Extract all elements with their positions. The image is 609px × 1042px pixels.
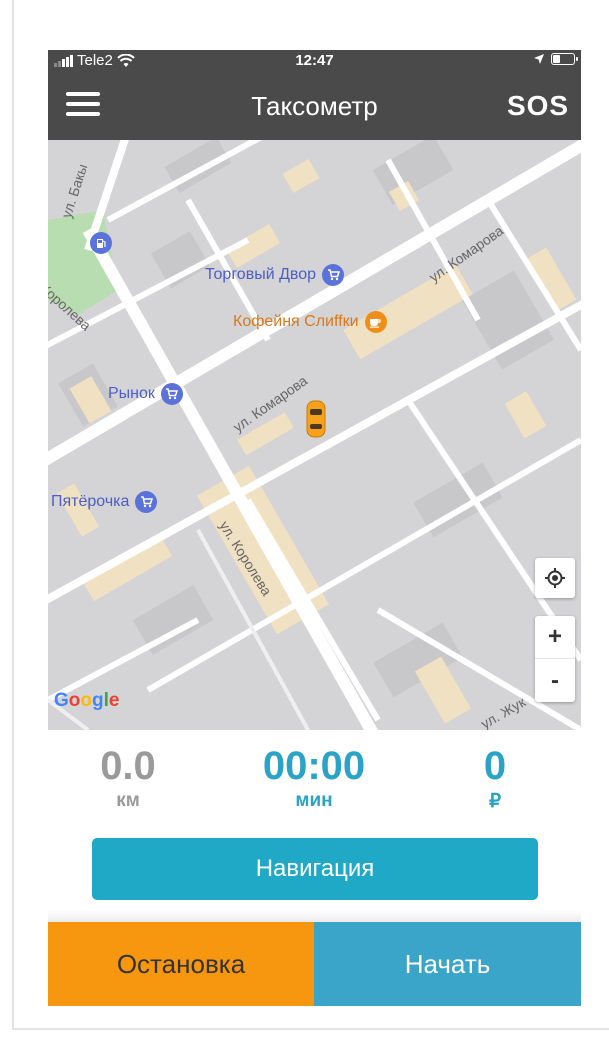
start-button[interactable]: Начать: [314, 922, 581, 1006]
time-unit: мин: [295, 790, 333, 811]
coffee-cup-icon: [364, 311, 387, 333]
poi-label: Рынок: [108, 385, 155, 402]
status-bar: Tele2 12:47: [48, 50, 581, 72]
navigation-button[interactable]: Навигация: [92, 838, 538, 900]
action-buttons: Остановка Начать: [48, 922, 581, 1006]
zoom-in-button[interactable]: +: [535, 616, 575, 659]
window-frame-left: [12, 0, 14, 1030]
crosshair-icon: [545, 568, 565, 588]
poi-label: Кофейня Слиffки: [233, 313, 359, 330]
zoom-out-button[interactable]: -: [535, 659, 575, 702]
distance-value: 0.0: [100, 744, 156, 788]
google-logo: Google: [54, 690, 120, 711]
taxi-car-icon: [306, 400, 326, 438]
time-stat: 00:00 мин: [229, 744, 399, 812]
my-location-button[interactable]: [535, 558, 575, 598]
distance-unit: км: [116, 790, 140, 811]
poi-coffee[interactable]: Кофейня Слиffки: [233, 311, 387, 333]
window-frame-bottom: [12, 1028, 609, 1030]
gas-station-icon[interactable]: [90, 232, 112, 254]
time-value: 00:00: [262, 744, 366, 788]
poi-torgovy-dvor[interactable]: Торговый Двор: [205, 264, 345, 286]
status-time: 12:47: [295, 52, 334, 69]
page-title: Таксометр: [251, 91, 378, 121]
poi-label: Пятёрочка: [51, 493, 130, 510]
divider-shadow: [48, 910, 581, 922]
poi-label: Торговый Двор: [205, 266, 317, 283]
shopping-cart-icon: [135, 491, 158, 513]
distance-stat: 0.0 км: [48, 744, 213, 812]
shopping-cart-icon: [160, 383, 183, 405]
status-right: [533, 53, 578, 65]
phone-screen: Tele2 12:47 Таксометр SOS ул. Бакы Корол…: [48, 50, 581, 1006]
price-value: 0: [483, 744, 507, 788]
zoom-controls: + -: [535, 616, 575, 702]
poi-pyaterochka[interactable]: Пятёрочка: [51, 491, 158, 513]
poi-rynok[interactable]: Рынок: [108, 383, 183, 405]
battery-icon: [551, 53, 578, 65]
shopping-cart-icon: [322, 264, 345, 286]
trip-stats: 0.0 км 00:00 мин 0 ₽: [48, 730, 581, 840]
app-header: Таксометр SOS: [48, 72, 581, 140]
stop-button[interactable]: Остановка: [48, 922, 314, 1006]
price-unit: ₽: [488, 791, 502, 812]
map-view[interactable]: ул. Бакы Королева ул. Комарова ул. Комар…: [48, 140, 581, 730]
sos-button[interactable]: SOS: [507, 86, 569, 126]
price-stat: 0 ₽: [410, 744, 580, 813]
location-arrow-icon: [534, 54, 544, 64]
